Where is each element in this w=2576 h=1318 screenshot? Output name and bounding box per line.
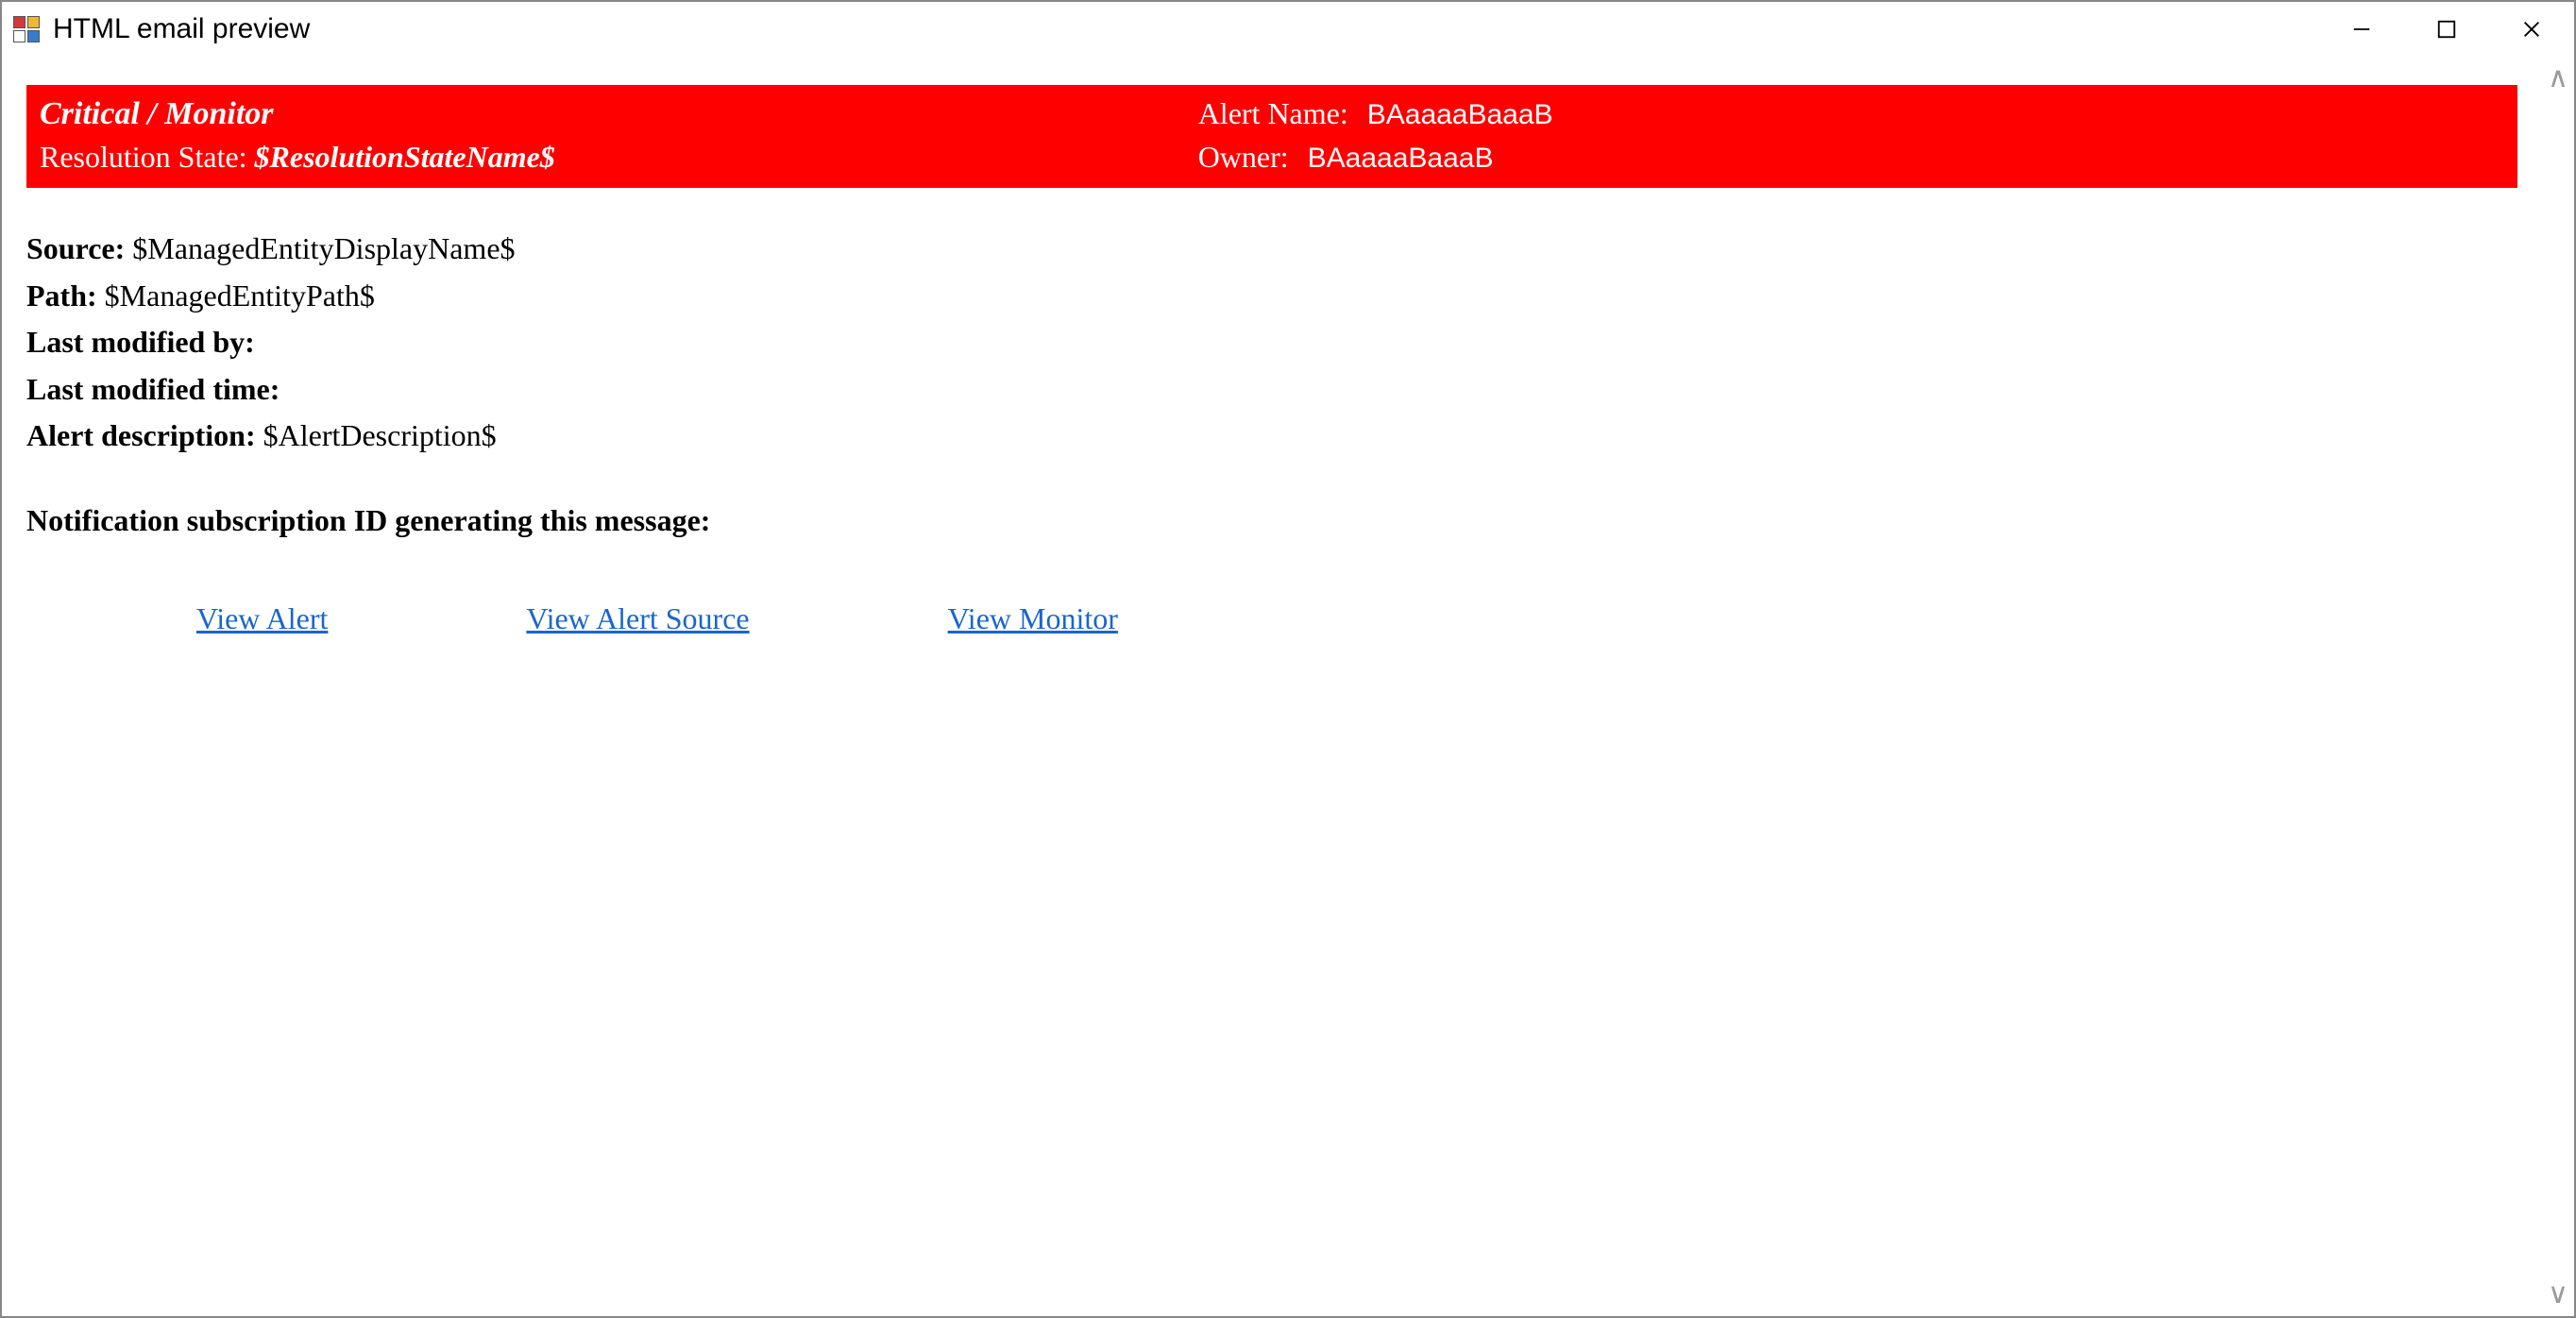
severity-text: Critical / Monitor — [40, 96, 1198, 132]
path-line: Path: $ManagedEntityPath$ — [26, 273, 2517, 320]
app-icon — [13, 16, 40, 42]
last-modified-time-line: Last modified time: — [26, 366, 2517, 414]
alert-name-label: Alert Name: — [1198, 96, 1367, 131]
alert-name-value: BAaaaaBaaaB — [1367, 99, 1553, 131]
source-label: Source: — [26, 231, 125, 265]
resolution-state-label: Resolution State: — [40, 140, 247, 174]
view-monitor-link[interactable]: View Monitor — [948, 601, 1118, 636]
scroll-down-icon[interactable]: ∨ — [2548, 1280, 2568, 1309]
last-modified-time-label: Last modified time: — [26, 372, 280, 406]
window-title: HTML email preview — [53, 13, 310, 45]
vertical-scrollbar[interactable]: ∧ ∨ — [2542, 57, 2574, 1316]
owner-value: BAaaaaBaaaB — [1308, 143, 1494, 175]
alert-description-label: Alert description: — [26, 418, 256, 452]
alert-description-value: $AlertDescription$ — [263, 418, 497, 452]
close-button[interactable] — [2489, 2, 2574, 57]
subscription-id-label: Notification subscription ID generating … — [26, 498, 2517, 545]
content-wrap: Critical / Monitor Alert Name: BAaaaaBaa… — [2, 57, 2574, 1316]
minimize-button[interactable] — [2319, 2, 2404, 57]
titlebar-left: HTML email preview — [13, 13, 310, 45]
body-block: Source: $ManagedEntityDisplayName$ Path:… — [26, 226, 2517, 545]
window-controls — [2319, 2, 2574, 57]
owner-label: Owner: — [1198, 140, 1308, 175]
path-label: Path: — [26, 279, 97, 313]
alert-banner: Critical / Monitor Alert Name: BAaaaaBaa… — [26, 85, 2517, 188]
maximize-button[interactable] — [2404, 2, 2489, 57]
source-value: $ManagedEntityDisplayName$ — [132, 231, 515, 265]
source-line: Source: $ManagedEntityDisplayName$ — [26, 226, 2517, 273]
titlebar: HTML email preview — [2, 2, 2574, 57]
app-window: HTML email preview Critical / Monitor Al… — [0, 0, 2576, 1318]
email-preview-content: Critical / Monitor Alert Name: BAaaaaBaa… — [2, 57, 2542, 1316]
last-modified-by-line: Last modified by: — [26, 319, 2517, 366]
view-alert-link[interactable]: View Alert — [196, 601, 328, 636]
view-alert-source-link[interactable]: View Alert Source — [526, 601, 749, 636]
resolution-state-value: $ResolutionStateName$ — [255, 140, 555, 174]
path-value: $ManagedEntityPath$ — [105, 279, 375, 313]
last-modified-by-label: Last modified by: — [26, 325, 255, 359]
scroll-up-icon[interactable]: ∧ — [2548, 64, 2568, 93]
alert-description-line: Alert description: $AlertDescription$ — [26, 413, 2517, 460]
links-row: View Alert View Alert Source View Monito… — [26, 601, 2517, 636]
